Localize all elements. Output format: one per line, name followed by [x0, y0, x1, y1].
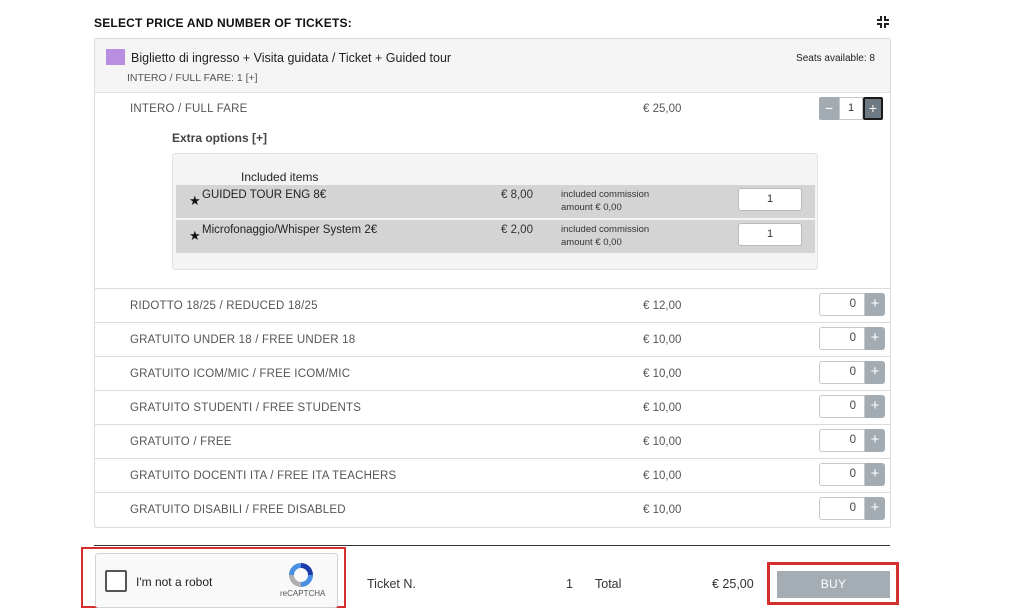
included-item-name: Microfonaggio/Whisper System 2€: [202, 224, 378, 236]
fare-price: € 10,00: [643, 402, 682, 414]
total-label: Total: [595, 577, 622, 591]
recaptcha-logo-icon: [289, 563, 313, 587]
seats-available: Seats available: 8: [796, 53, 875, 64]
fare-label: GRATUITO STUDENTI / FREE STUDENTS: [130, 402, 362, 414]
increase-button[interactable]: +: [865, 327, 885, 350]
increase-button[interactable]: +: [865, 395, 885, 418]
extra-options-toggle[interactable]: Extra options [+]: [172, 131, 267, 145]
increase-button[interactable]: +: [865, 429, 885, 452]
fare-quantity-input[interactable]: 0: [819, 497, 865, 520]
fare-price: € 10,00: [643, 470, 682, 482]
included-items-box: Included items ★ GUIDED TOUR ENG 8€ € 8,…: [172, 153, 818, 270]
commission-line-2: amount € 0,00: [561, 237, 622, 248]
fare-stepper: 0 +: [819, 293, 885, 316]
recaptcha-widget: I'm not a robot reCAPTCHA: [95, 553, 338, 608]
commission-line-1: included commission: [561, 224, 650, 235]
row-divider: [95, 458, 890, 459]
decrease-button[interactable]: −: [819, 97, 839, 120]
row-divider: [95, 390, 890, 391]
included-item-quantity[interactable]: 1: [738, 188, 802, 211]
fare-quantity-input[interactable]: 0: [819, 293, 865, 316]
fare-stepper: 0 +: [819, 497, 885, 520]
fare-quantity-input[interactable]: 0: [819, 463, 865, 486]
included-items-title: Included items: [241, 170, 319, 184]
buy-button[interactable]: BUY: [777, 571, 890, 598]
row-divider: [95, 492, 890, 493]
fare-price: € 10,00: [643, 368, 682, 380]
ticket-name: Biglietto di ingresso + Visita guidata /…: [131, 51, 452, 65]
fare-stepper: 0 +: [819, 429, 885, 452]
included-item-quantity[interactable]: 1: [738, 223, 802, 246]
captcha-brand: reCAPTCHA: [280, 589, 326, 598]
included-item-price: € 2,00: [501, 224, 533, 236]
fare-label: GRATUITO UNDER 18 / FREE UNDER 18: [130, 334, 356, 346]
increase-button[interactable]: +: [863, 97, 883, 120]
collapse-icon[interactable]: [877, 15, 889, 29]
fare-label: GRATUITO DOCENTI ITA / FREE ITA TEACHERS: [130, 470, 397, 482]
fare-label: GRATUITO DISABILI / FREE DISABLED: [130, 504, 346, 516]
increase-button[interactable]: +: [865, 293, 885, 316]
fare-price: € 12,00: [643, 300, 682, 312]
included-item-commission: included commission amount € 0,00: [561, 188, 691, 214]
star-icon: ★: [189, 228, 201, 243]
row-divider: [95, 356, 890, 357]
increase-button[interactable]: +: [865, 463, 885, 486]
row-divider: [95, 288, 890, 289]
fare-stepper: 0 +: [819, 361, 885, 384]
included-item-commission: included commission amount € 0,00: [561, 223, 691, 249]
fare-quantity-input[interactable]: 0: [819, 395, 865, 418]
increase-button[interactable]: +: [865, 497, 885, 520]
total-value: € 25,00: [712, 577, 754, 591]
fare-stepper: 0 +: [819, 327, 885, 350]
commission-line-2: amount € 0,00: [561, 202, 622, 213]
fare-price: € 10,00: [643, 334, 682, 346]
fare-quantity-input[interactable]: 0: [819, 327, 865, 350]
fare-stepper: 0 +: [819, 463, 885, 486]
star-icon: ★: [189, 193, 201, 208]
fare-stepper: 0 +: [819, 395, 885, 418]
row-divider: [95, 322, 890, 323]
increase-button[interactable]: +: [865, 361, 885, 384]
full-fare-stepper: − 1 +: [819, 97, 883, 120]
section-title: SELECT PRICE AND NUMBER OF TICKETS:: [94, 16, 352, 30]
fare-label: GRATUITO / FREE: [130, 436, 232, 448]
summary-divider: [94, 545, 890, 546]
fare-quantity-input[interactable]: 0: [819, 361, 865, 384]
fare-price-full: € 25,00: [643, 103, 682, 115]
fare-label: RIDOTTO 18/25 / REDUCED 18/25: [130, 300, 318, 312]
included-item-row: ★ Microfonaggio/Whisper System 2€ € 2,00…: [176, 220, 815, 253]
fare-quantity-input[interactable]: 0: [819, 429, 865, 452]
fare-price: € 10,00: [643, 504, 682, 516]
captcha-label: I'm not a robot: [136, 575, 213, 589]
ticket-count-value: 1: [566, 577, 573, 591]
ticket-panel: Biglietto di ingresso + Visita guidata /…: [94, 38, 891, 528]
ticket-summary[interactable]: INTERO / FULL FARE: 1 [+]: [127, 72, 258, 84]
fare-price: € 10,00: [643, 436, 682, 448]
included-item-price: € 8,00: [501, 189, 533, 201]
included-item-name: GUIDED TOUR ENG 8€: [202, 189, 327, 201]
ticket-header[interactable]: Biglietto di ingresso + Visita guidata /…: [95, 39, 890, 93]
fare-label-full: INTERO / FULL FARE: [130, 103, 248, 115]
included-item-row: ★ GUIDED TOUR ENG 8€ € 8,00 included com…: [176, 185, 815, 218]
captcha-checkbox[interactable]: [105, 570, 127, 592]
fare-label: GRATUITO ICOM/MIC / FREE ICOM/MIC: [130, 368, 351, 380]
ticket-color-swatch: [106, 49, 125, 65]
row-divider: [95, 424, 890, 425]
ticket-count-label: Ticket N.: [367, 577, 416, 591]
full-fare-quantity[interactable]: 1: [839, 97, 863, 120]
commission-line-1: included commission: [561, 189, 650, 200]
